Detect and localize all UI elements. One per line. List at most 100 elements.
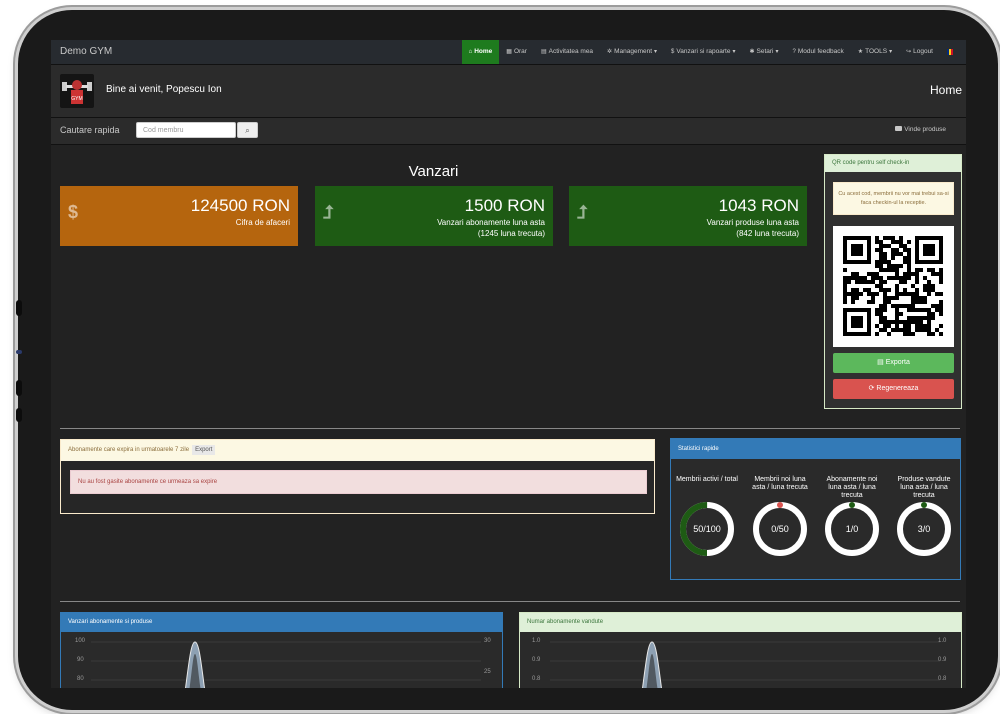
sales-card-caption: Cifra de afaceri [235,218,290,227]
export-qr-button[interactable]: ▤ Exporta [833,353,954,373]
nav-item-label: Activitatea mea [548,48,594,55]
nav-item-activitatea-mea[interactable]: ▤ Activitatea mea [534,40,600,64]
sales-card-label: Cifra de afaceri [236,217,290,228]
divider [60,428,960,429]
gears-icon: ✲ [607,49,613,55]
svg-text:GYM: GYM [71,96,82,102]
nav-item-label: TOOLS [865,48,888,55]
search-button[interactable]: ⌕ [237,122,258,138]
app-screen: Demo GYM ⌂ Home ▦ Orar ▤ Activitatea mea ✲ Mana… [51,40,966,688]
qr-info-note: Cu acest cod, membrii nu vor mai trebui … [833,182,954,215]
member-code-input[interactable]: Cod membru [136,122,236,138]
sales-card-caption: Vanzari abonamente luna asta [437,218,545,227]
expiring-export-button[interactable]: Export [192,445,216,455]
sales-chart-title: Vanzari abonamente si produse [61,613,502,632]
sales-card-caption: Vanzari produse luna asta [706,218,799,227]
tablet-button [16,300,22,316]
stat-label: Abonamente noi luna asta / luna trecuta [826,476,878,499]
expiring-title-text: Abonamente care expira in urmatoarele 7 … [68,447,190,453]
caret-down-icon: ▾ [732,49,736,55]
nav-menu: ⌂ Home ▦ Orar ▤ Activitatea mea ✲ Management ▾ $ V… [461,40,960,64]
search-label: Cautare rapida [60,125,120,135]
tick-label: 80 [77,676,84,682]
quick-stats-panel: Statistici rapide Membrii activi / total… [670,438,961,580]
stat-label: Produse vandute luna asta / luna trecuta [897,476,951,499]
qr-checkin-panel: QR code pentru self check-in Cu acest co… [824,154,962,409]
stat-value: 0/50 [771,524,789,534]
gym-logo: GYM [60,74,94,108]
sales-card-previous: (1245 luna trecuta) [477,229,545,238]
sales-title: Vanzari [408,163,459,180]
tick-label: 0.9 [532,657,541,663]
nav-item-home[interactable]: ⌂ Home [461,40,500,64]
sales-card: ⮥ 1500 RON Vanzari abonamente luna asta (12… [315,186,553,246]
nav-item-modul-feedback[interactable]: ? Modul feedback [786,40,851,64]
sales-card-value: 1043 RON [718,196,799,215]
sales-card-previous: (842 luna trecuta) [736,229,799,238]
stat-label: Membrii noi luna asta / luna trecuta [752,476,808,491]
file-export-icon: ▤ [877,359,886,366]
quick-search-bar: Cautare rapida Cod membru ⌕ Vinde produs… [51,118,966,145]
star-icon: ★ [857,49,864,55]
count-chart-title: Numar abonamente vandute [520,613,961,632]
language-flag-button[interactable] [940,40,960,64]
divider [60,601,960,602]
gear-icon: ✱ [749,49,755,55]
question-circle-icon: ? [792,49,796,55]
stat-gauge: 50/100 [680,502,734,556]
page-header: GYM Bine ai venit, Popescu Ion Home [51,65,966,118]
nav-item-tools[interactable]: ★ TOOLS ▾ [851,40,899,64]
sales-chart-plot [91,641,481,688]
tick-label: 90 [77,657,84,663]
nav-item-setari[interactable]: ✱ Setari ▾ [742,40,785,64]
level-up-icon: ⮥ [577,202,588,222]
regenerate-qr-label: Regenereaza [876,385,919,392]
caret-down-icon: ▾ [654,49,658,55]
nav-item-label: Modul feedback [797,48,844,55]
stat-value: 50/100 [693,524,721,534]
nav-item-vanzari-si-rapoarte[interactable]: $ Vanzari si rapoarte ▾ [664,40,742,64]
nav-item-label: Orar [513,48,527,55]
nav-item-label: Management [614,48,653,55]
logout-icon: ↪ [906,49,912,55]
tick-label: 1.0 [532,638,541,644]
level-up-icon: ⮥ [323,202,334,222]
sales-card: ⮥ 1043 RON Vanzari produse luna asta (842 l… [569,186,807,246]
stat-value: 3/0 [917,524,931,534]
export-qr-label: Exporta [885,359,910,366]
sell-products-link[interactable]: Vinde produse [895,126,946,133]
sales-card: $124500 RON Cifra de afaceri [60,186,298,246]
stat-value: 1/0 [845,524,859,534]
nav-item-management[interactable]: ✲ Management ▾ [600,40,664,64]
sell-products-label: Vinde produse [904,126,946,133]
brand-link[interactable]: Demo GYM [60,40,112,64]
sales-card-value: 1500 RON [464,196,545,215]
expiring-panel-title: Abonamente care expira in urmatoarele 7 … [61,440,654,461]
sales-card-label: Vanzari produse luna asta (842 luna trecu… [707,217,799,239]
sales-card-value: 124500 RON [190,196,290,215]
nav-item-label: Vanzari si rapoarte [676,48,731,55]
stat-gauge: 1/0 [825,502,879,556]
dollar-icon: $ [68,202,79,222]
qr-panel-title: QR code pentru self check-in [825,155,961,172]
list-icon: ▤ [540,49,547,55]
tick-label: 0.8 [532,676,541,682]
regenerate-qr-button[interactable]: ⟳ Regenereaza [833,379,954,399]
no-expiring-alert: Nu au fost gasite abonamente ce urmeaza … [70,470,647,494]
home-icon: ⌂ [468,49,473,55]
count-chart-plot [550,641,940,688]
calendar-icon: ▦ [506,49,512,55]
tick-label: 25 [484,669,491,675]
stat-gauge: 3/0 [897,502,951,556]
nav-item-orar[interactable]: ▦ Orar [499,40,534,64]
qr-code [833,226,954,347]
caret-down-icon: ▾ [775,49,779,55]
nav-item-logout[interactable]: ↪ Logout [899,40,940,64]
tick-label: 30 [484,638,491,644]
tick-label: 1.0 [938,638,947,644]
sales-card-label: Vanzari abonamente luna asta (1245 luna t… [437,217,545,239]
video-icon [895,126,903,131]
top-navbar: Demo GYM ⌂ Home ▦ Orar ▤ Activitatea mea ✲ Mana… [51,40,966,65]
tablet-button [16,380,22,396]
nav-item-label: Logout [913,48,933,55]
